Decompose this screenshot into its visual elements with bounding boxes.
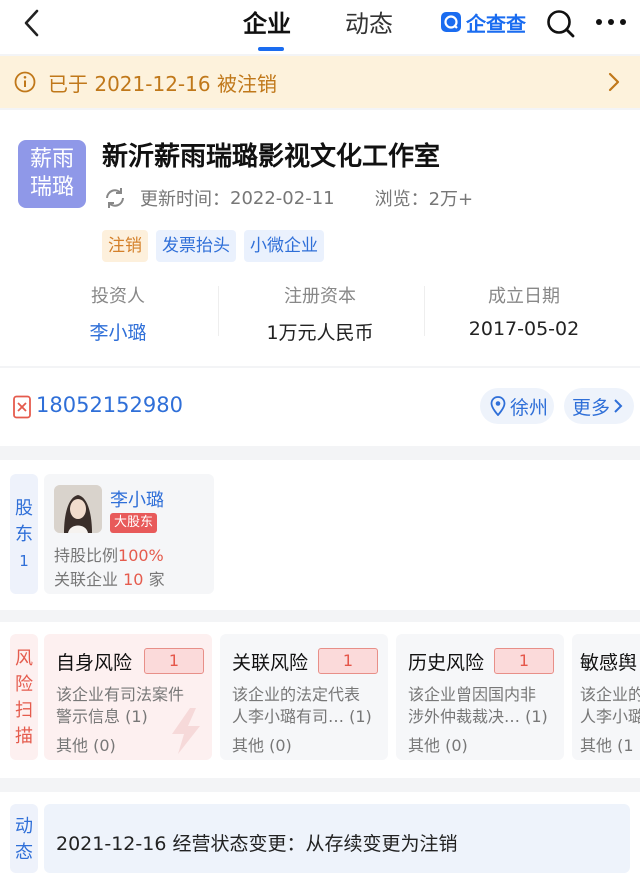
risk-description: 该企业的法定代表 人李小璐有司… (1) [232,684,388,728]
tab-company[interactable]: 企业 [243,8,291,40]
phone-icon [13,395,31,419]
cancellation-banner[interactable]: 已于 2021-12-16 被注销 [0,56,640,108]
shareholding-ratio: 持股比例100% [54,542,164,566]
risk-scan-label: 风 险 扫 描 [10,634,38,760]
risk-title: 自身风险 [56,652,133,674]
stat-capital-value: 1万元人民币 [266,322,374,344]
lightning-bolt-icon [172,708,200,754]
related-unit: 家 [148,570,165,589]
more-button[interactable]: 更多 [564,388,634,424]
brand-name: 企查查 [466,11,526,36]
location-city: 徐州 [510,396,549,419]
top-nav-bar [0,0,640,54]
label-count: 1 [19,552,29,570]
risk-count-badge: 1 [494,648,554,674]
risk-other: 其他 (1 [580,736,634,755]
risk-desc-line: 涉外仲裁裁决… (1) [408,707,548,726]
stat-founded-date: 成立日期 2017-05-02 [424,282,624,340]
company-logo-line1: 薪雨 [29,147,74,172]
shareholder-name[interactable]: 李小璐 [110,486,164,512]
brand-logo: 企查查 [440,9,526,36]
more-icon[interactable] [594,12,628,32]
view-count: 浏览：2万+ [374,189,474,210]
stat-investor-value[interactable]: 李小璐 [18,318,218,345]
info-icon [14,71,36,93]
risk-title: 历史风险 [408,652,485,674]
tag-invoice-header[interactable]: 发票抬头 [156,230,236,262]
back-chevron-icon[interactable] [18,8,48,38]
risk-title: 关联风险 [232,652,309,674]
stat-capital-label: 注册资本 [284,286,356,307]
related-companies: 关联企业 10 家 [54,566,165,590]
cancellation-text: 已于 2021-12-16 被注销 [48,71,277,96]
risk-count-badge: 1 [144,648,204,674]
stat-founded-value: 2017-05-02 [468,318,580,340]
label-char: 描 [15,726,33,747]
risk-count-badge: 1 [318,648,378,674]
shareholders-label[interactable]: 股 东 1 [10,474,38,594]
tab-dynamics[interactable]: 动态 [345,8,393,40]
active-tab-indicator [258,47,284,51]
stat-registered-capital: 注册资本 1万元人民币 [220,282,420,345]
search-icon[interactable] [545,8,577,40]
dynamics-text: 2021-12-16 经营状态变更：从存续变更为注销 [56,833,458,855]
risk-card-self[interactable]: 自身风险 1 该企业有司法案件 警示信息 (1) 其他 (0) [44,634,212,760]
phone-number[interactable]: 18052152980 [36,393,183,417]
update-label: 更新时间： [140,189,230,210]
risk-description: 该企业曾因国内非 涉外仲裁裁决… (1) [408,684,564,728]
company-logo: 薪雨 瑞璐 [18,140,86,208]
label-char: 态 [15,842,33,863]
related-count: 10 [123,570,144,589]
risk-desc-line: 该企业有司法案件 [56,685,185,704]
stat-investor-label: 投资人 [91,286,145,307]
major-shareholder-badge: 大股东 [110,513,158,533]
risk-description: 该企业的 人李小璐 [580,684,640,728]
risk-desc-line: 该企业的 [580,685,640,704]
risk-other: 其他 (0) [408,736,468,755]
risk-desc-line: 该企业曾因国内非 [408,685,537,704]
company-name: 新沂薪雨瑞璐影视文化工作室 [102,142,441,172]
location-button[interactable]: 徐州 [480,388,554,424]
more-label: 更多 [572,396,611,419]
company-logo-line2: 瑞璐 [29,175,74,200]
update-date: 2022-02-11 [230,187,335,209]
avatar[interactable] [54,485,102,533]
label-char: 险 [15,674,33,695]
dynamics-label[interactable]: 动 态 [10,804,38,873]
tag-small-enterprise: 小微企业 [244,230,324,262]
chevron-right-icon [608,72,620,92]
label-char: 股 [15,498,33,519]
ratio-label: 持股比例 [54,546,119,565]
label-char: 扫 [15,700,33,721]
update-row: 更新时间： 2022-02-11 浏览：2万+ [102,184,473,212]
divider [218,286,219,336]
risk-card-sensitive[interactable]: 敏感舆 该企业的 人李小璐 其他 (1 [572,634,640,760]
company-tags: 注销 发票抬头 小微企业 [102,230,324,262]
risk-other: 其他 (0) [56,736,116,755]
risk-title: 敏感舆 [580,652,638,674]
location-pin-icon [490,396,506,416]
risk-desc-line: 人李小璐 [580,707,640,726]
refresh-icon[interactable] [102,185,128,211]
risk-card-related[interactable]: 关联风险 1 该企业的法定代表 人李小璐有司… (1) 其他 (0) [220,634,388,760]
label-char: 动 [15,816,33,837]
ratio-value: 100% [118,546,164,565]
chevron-right-icon [614,399,623,413]
risk-desc-line: 该企业的法定代表 [232,685,361,704]
risk-card-history[interactable]: 历史风险 1 该企业曾因国内非 涉外仲裁裁决… (1) 其他 (0) [396,634,564,760]
risk-desc-line: 人李小璐有司… (1) [232,707,372,726]
tag-cancelled: 注销 [102,230,148,262]
stat-founded-label: 成立日期 [488,286,560,307]
stat-investor: 投资人 李小璐 [18,282,218,345]
label-char: 风 [15,648,33,669]
related-label: 关联企业 [54,570,119,589]
label-char: 东 [15,524,33,545]
qichacha-logo-icon [441,12,461,32]
risk-other: 其他 (0) [232,736,292,755]
